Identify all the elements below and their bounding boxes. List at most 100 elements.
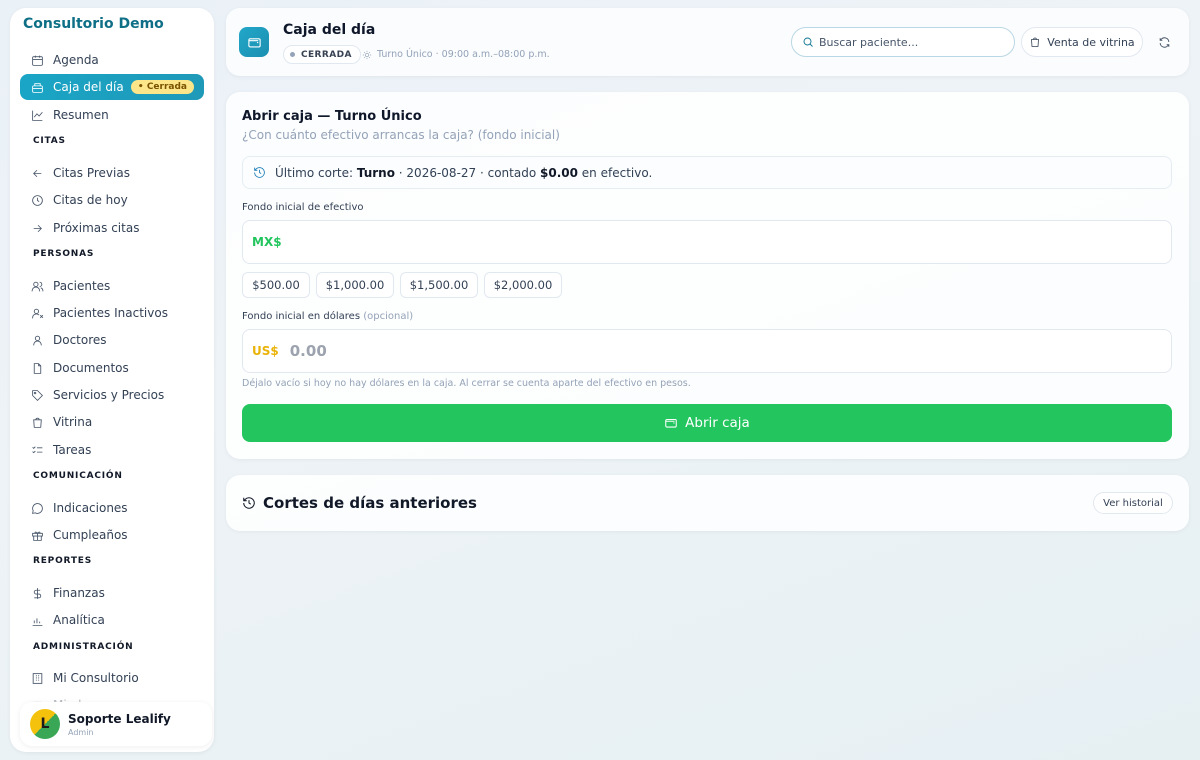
quick-amount-1500[interactable]: $1,500.00 xyxy=(400,272,478,298)
mxn-currency: MX$ xyxy=(252,235,282,249)
tag-icon xyxy=(30,388,44,402)
shopping-bag-icon xyxy=(1031,37,1040,47)
wallet-icon xyxy=(239,27,269,57)
sidebar-item-label: Caja del día xyxy=(53,80,124,94)
open-cash-subtitle: ¿Con cuánto efectivo arrancas la caja? (… xyxy=(242,128,560,142)
previous-cuts-title: Cortes de días anteriores xyxy=(242,494,477,512)
sidebar-item-vitrina[interactable]: Vitrina xyxy=(20,409,204,435)
sidebar-item-label: Servicios y Precios xyxy=(53,388,165,402)
wallet-icon xyxy=(665,418,677,428)
user-icon xyxy=(30,333,44,347)
refresh-icon xyxy=(1159,36,1169,48)
open-cash-button[interactable]: Abrir caja xyxy=(242,404,1172,442)
sidebar-item-label: Vitrina xyxy=(53,415,93,429)
sun-icon xyxy=(362,50,372,59)
sidebar-item-label: Documentos xyxy=(53,361,129,375)
users-icon xyxy=(30,279,44,293)
quick-amount-2000[interactable]: $2,000.00 xyxy=(484,272,562,298)
usd-field[interactable]: US$ xyxy=(242,329,1172,373)
clock-icon xyxy=(30,193,44,207)
status-badge: CERRADA xyxy=(283,45,361,64)
view-history-button[interactable]: Ver historial xyxy=(1093,492,1173,514)
user-card[interactable]: L Soporte Lealify Admin xyxy=(20,702,212,746)
user-x-icon xyxy=(30,306,44,320)
mxn-field[interactable]: MX$ xyxy=(242,220,1172,264)
sidebar-item-indicaciones[interactable]: Indicaciones xyxy=(20,495,204,521)
sidebar-item-servicios-y-precios[interactable]: Servicios y Precios xyxy=(20,382,204,408)
sidebar-item-mi-consultorio[interactable]: Mi Consultorio xyxy=(20,665,204,691)
sidebar-item-label: Doctores xyxy=(53,333,107,347)
dollar-icon xyxy=(30,586,44,600)
sidebar-item-doctores[interactable]: Doctores xyxy=(20,327,204,353)
bar-chart-icon xyxy=(30,613,44,627)
arrow-left-icon xyxy=(30,166,44,180)
section-title-reportes: REPORTES xyxy=(33,556,93,566)
sidebar-item-label: Finanzas xyxy=(53,586,105,600)
usd-field-label: Fondo inicial en dólares (opcional) xyxy=(242,311,414,322)
sidebar-item-caja-del-dia[interactable]: Caja del día • Cerrada xyxy=(20,74,204,100)
sidebar-item-finanzas[interactable]: Finanzas xyxy=(20,580,204,606)
list-checks-icon xyxy=(30,443,44,457)
sidebar-item-agenda[interactable]: Agenda xyxy=(20,47,204,73)
sidebar: Consultorio Demo Agenda Caja del día • C… xyxy=(10,8,214,752)
sidebar-item-label: Analítica xyxy=(53,613,105,627)
sidebar-item-pacientes-inactivos[interactable]: Pacientes Inactivos xyxy=(20,300,204,326)
history-icon xyxy=(254,167,265,178)
usd-amount-input[interactable] xyxy=(289,342,1150,360)
status-dot-icon xyxy=(290,52,295,57)
page-header: Caja del día CERRADA Turno Único · 09:00… xyxy=(226,8,1189,76)
sidebar-item-label: Tareas xyxy=(53,443,92,457)
sidebar-item-documentos[interactable]: Documentos xyxy=(20,355,204,381)
search-input[interactable] xyxy=(819,35,1004,49)
page-title: Caja del día xyxy=(283,22,376,38)
sidebar-item-label: Citas Previas xyxy=(53,166,130,180)
sidebar-item-label: Agenda xyxy=(53,53,99,67)
sidebar-item-resumen[interactable]: Resumen xyxy=(20,102,204,128)
gift-icon xyxy=(30,528,44,542)
status-badge: • Cerrada xyxy=(130,80,194,94)
user-name: Soporte Lealify xyxy=(68,711,171,726)
open-cash-title: Abrir caja — Turno Único xyxy=(242,109,422,124)
section-title-comunicacion: COMUNICACIÓN xyxy=(33,471,123,481)
history-icon xyxy=(243,497,255,509)
quick-amount-500[interactable]: $500.00 xyxy=(242,272,310,298)
message-circle-icon xyxy=(30,501,44,515)
section-title-citas: CITAS xyxy=(33,136,66,146)
avatar: L xyxy=(30,709,60,739)
shopping-bag-icon xyxy=(30,415,44,429)
sidebar-item-label: Pacientes xyxy=(53,279,111,293)
sidebar-item-analitica[interactable]: Analítica xyxy=(20,607,204,633)
search-icon xyxy=(803,37,813,47)
mxn-field-label: Fondo inicial de efectivo xyxy=(242,202,364,213)
quick-amount-1000[interactable]: $1,000.00 xyxy=(316,272,394,298)
calendar-icon xyxy=(30,53,44,67)
section-title-personas: PERSONAS xyxy=(33,249,95,259)
building-icon xyxy=(30,671,44,685)
cash-register-icon xyxy=(30,80,44,94)
mxn-amount-input[interactable] xyxy=(292,233,1153,251)
brand-name: Consultorio Demo xyxy=(23,16,164,32)
sidebar-item-cumpleanos[interactable]: Cumpleaños xyxy=(20,522,204,548)
search-box[interactable] xyxy=(791,27,1015,57)
sidebar-item-label: Próximas citas xyxy=(53,221,140,235)
usd-hint: Déjalo vacío si hoy no hay dólares en la… xyxy=(242,378,691,389)
sidebar-item-tareas[interactable]: Tareas xyxy=(20,437,204,463)
last-cut-info: Último corte: Turno · 2026-08-27 · conta… xyxy=(242,156,1172,189)
sidebar-item-label: Mi Consultorio xyxy=(53,671,139,685)
sidebar-item-pacientes[interactable]: Pacientes xyxy=(20,273,204,299)
vitrina-sale-button[interactable]: Venta de vitrina xyxy=(1021,27,1143,57)
refresh-button[interactable] xyxy=(1154,32,1174,52)
arrow-right-icon xyxy=(30,221,44,235)
sidebar-item-citas-previas[interactable]: Citas Previas xyxy=(20,160,204,186)
open-cash-card: Abrir caja — Turno Único ¿Con cuánto efe… xyxy=(226,92,1189,459)
shift-info: Turno Único · 09:00 a.m.–08:00 p.m. xyxy=(362,49,550,60)
section-title-administracion: ADMINISTRACIÓN xyxy=(33,642,134,652)
user-role: Admin xyxy=(68,727,94,737)
trend-chart-icon xyxy=(30,108,44,122)
sidebar-item-citas-de-hoy[interactable]: Citas de hoy xyxy=(20,187,204,213)
sidebar-item-label: Indicaciones xyxy=(53,501,128,515)
sidebar-item-label: Resumen xyxy=(53,108,109,122)
sidebar-item-label: Cumpleaños xyxy=(53,528,128,542)
file-icon xyxy=(30,361,44,375)
sidebar-item-proximas-citas[interactable]: Próximas citas xyxy=(20,215,204,241)
